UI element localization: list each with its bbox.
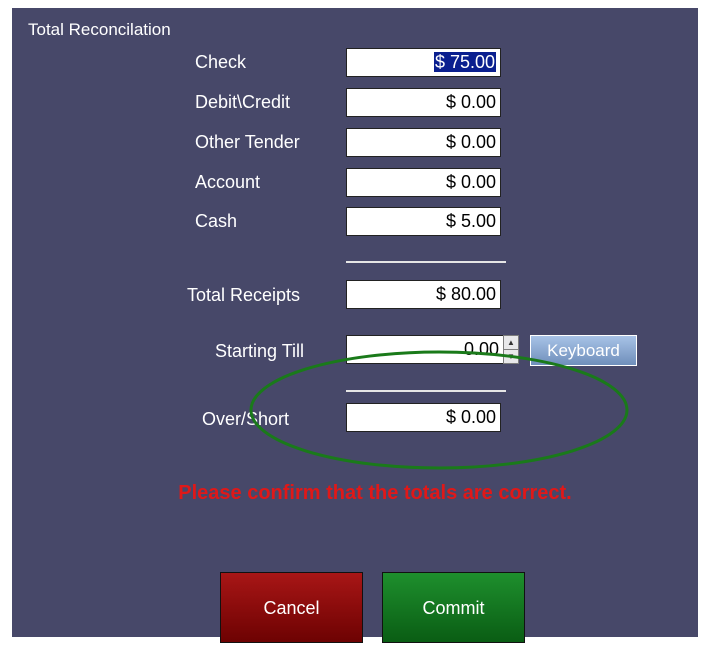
cancel-button[interactable]: Cancel [220,572,363,643]
confirmation-warning: Please confirm that the totals are corre… [178,482,572,504]
annotation-ellipse [249,350,629,470]
commit-button[interactable]: Commit [382,572,525,643]
